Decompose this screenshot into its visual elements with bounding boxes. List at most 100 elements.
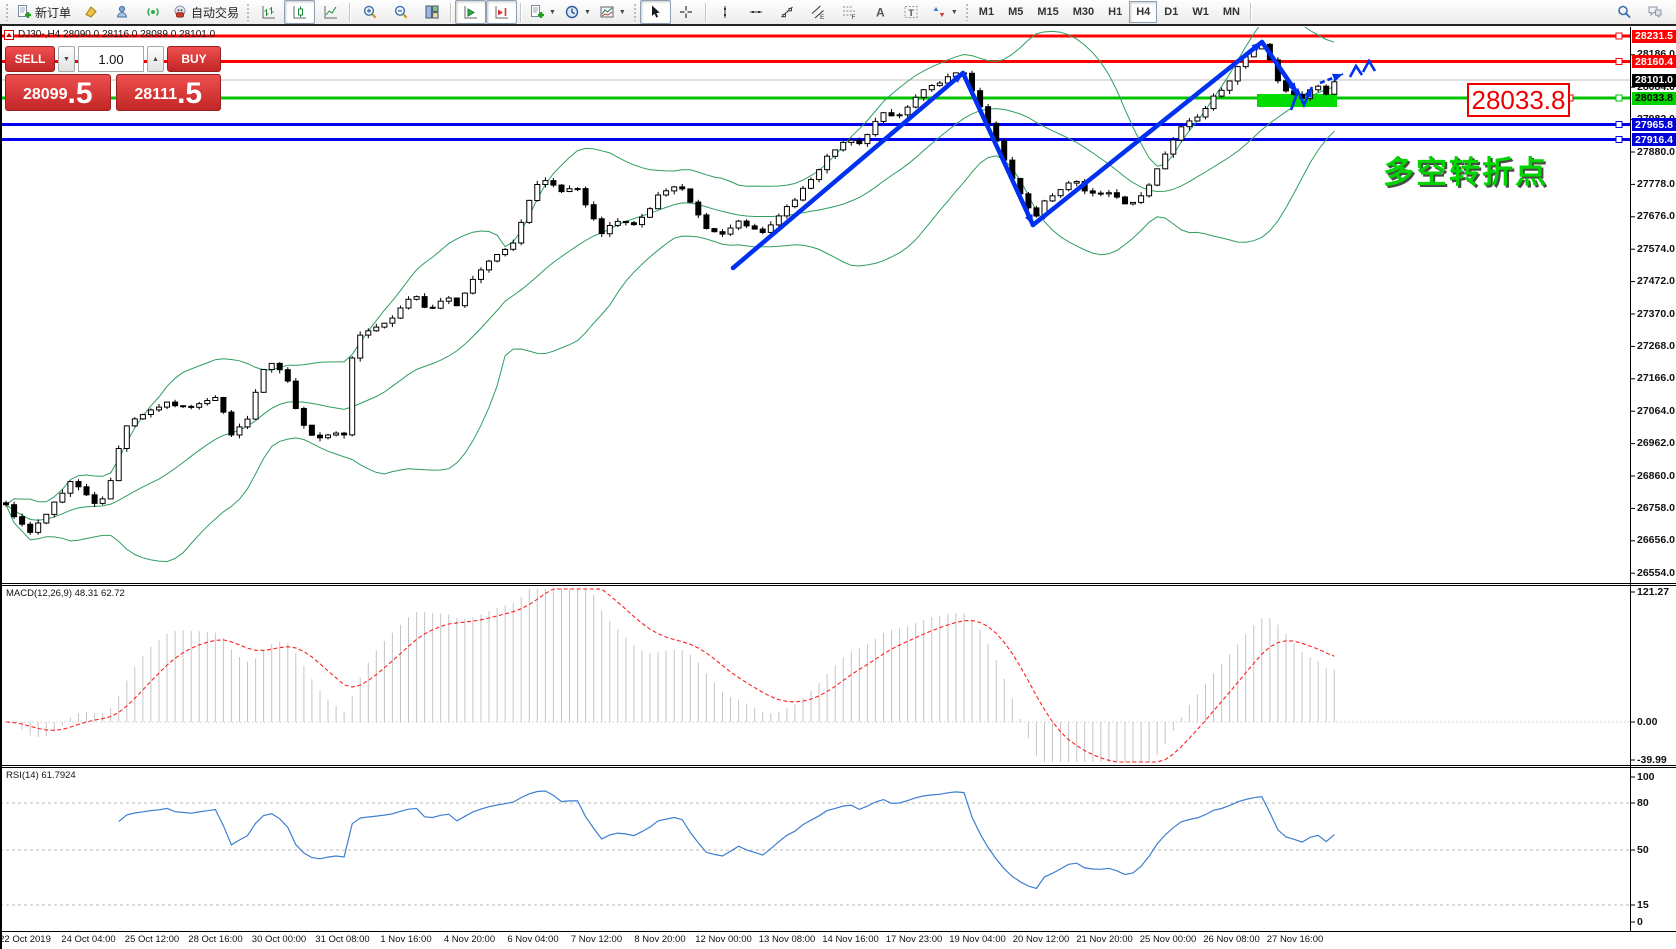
buy-button[interactable]: BUY [167, 46, 221, 72]
price-tick-label: 26554.0 [1637, 568, 1675, 579]
signals-button[interactable] [137, 0, 168, 24]
timeframe-d1-button[interactable]: D1 [1157, 1, 1185, 23]
sketch-caret-arrow[interactable] [1350, 66, 1362, 77]
tline-icon [779, 4, 795, 20]
main-chart-plot[interactable] [0, 14, 1630, 562]
price-tick-label: 27268.0 [1637, 341, 1675, 352]
toolbar-separator [1250, 3, 1252, 22]
period-selector-button[interactable]: ▼ [560, 0, 595, 24]
timeframe-m1-button[interactable]: M1 [972, 1, 1001, 23]
svg-text:E: E [820, 14, 825, 20]
timeframe-h1-button[interactable]: H1 [1101, 1, 1129, 23]
level-price-badge: 27916.4 [1632, 133, 1676, 146]
toolbar-grip[interactable] [5, 3, 9, 21]
auto-trading-button[interactable]: 自动交易 [168, 0, 243, 24]
zigzag-trend-line[interactable] [733, 73, 963, 268]
auto-trading-label: 自动交易 [191, 4, 239, 21]
cursor-icon [647, 4, 663, 20]
arrows-tool-button[interactable]: ▼ [927, 0, 962, 24]
one-click-trade-panel: SELL ▼ 1.00 ▲ BUY 28099.5 28111.5 [5, 46, 221, 111]
bollinger-band [6, 131, 1334, 561]
dropdown-arrow-icon[interactable]: ▼ [549, 9, 556, 16]
tile-windows-button[interactable] [416, 0, 447, 24]
toolbar-separator [520, 3, 522, 22]
rsi-panel[interactable] [0, 791, 1630, 905]
candle-mode-button[interactable] [284, 0, 315, 24]
timeframe-m30-button[interactable]: M30 [1066, 1, 1101, 23]
macd-signal-line [6, 589, 1334, 762]
timeframe-h4-button[interactable]: H4 [1129, 1, 1157, 23]
trend-line-tool-button[interactable] [772, 0, 803, 24]
horizontal-line-tool-button[interactable] [741, 0, 772, 24]
volume-decrease-button[interactable]: ▼ [58, 46, 75, 72]
zoom-out-button[interactable] [385, 0, 416, 24]
toolbar-grip[interactable] [633, 3, 637, 21]
buy-price-button[interactable]: 28111.5 [116, 74, 222, 111]
chart-canvas[interactable] [0, 0, 1676, 949]
level-line-handle[interactable] [1616, 59, 1622, 65]
price-tick-label: 27676.0 [1637, 211, 1675, 222]
vline-icon [717, 4, 733, 20]
indicator-scale-label: 0 [1637, 917, 1643, 928]
time-tick-label: 4 Nov 20:00 [444, 934, 495, 945]
text-tool-button[interactable]: A [865, 0, 896, 24]
time-tick-label: 12 Nov 00:00 [695, 934, 752, 945]
line-chart-mode-button[interactable] [315, 0, 346, 24]
zoomin-icon [362, 4, 378, 20]
template-selector-button[interactable]: ▼ [595, 0, 630, 24]
sell-button[interactable]: SELL [5, 46, 55, 72]
indicator-scale-label: 100 [1637, 772, 1655, 783]
time-tick-label: 24 Oct 04:00 [61, 934, 115, 945]
new-order-button[interactable]: 新订单 [12, 0, 75, 24]
clock-icon [564, 4, 580, 20]
dropdown-arrow-icon[interactable]: ▼ [584, 9, 591, 16]
level-line-handle[interactable] [1616, 95, 1622, 101]
symbol-marker-icon [4, 30, 14, 40]
chat-button[interactable] [1639, 0, 1670, 24]
macd-indicator-label: MACD(12,26,9) 48.31 62.72 [6, 588, 125, 599]
chart-shift-button[interactable] [486, 0, 517, 24]
timeframe-w1-button[interactable]: W1 [1185, 1, 1216, 23]
current-price-badge: 28101.0 [1632, 74, 1676, 87]
terminal-window: 新订单自动交易▼▼▼EFAT▼M1M5M15M30H1H4D1W1MN DJ30… [0, 0, 1676, 949]
level-price-badge: 28231.5 [1632, 30, 1676, 43]
cursor-tool-button[interactable] [640, 0, 671, 24]
zoom-in-button[interactable] [354, 0, 385, 24]
add-indicator-button[interactable]: ▼ [525, 0, 560, 24]
fibonacci-tool-button[interactable]: F [834, 0, 865, 24]
dropdown-arrow-icon[interactable]: ▼ [951, 9, 958, 16]
level-line-handle[interactable] [1616, 33, 1622, 39]
search-button[interactable] [1608, 0, 1639, 24]
market-watch-button[interactable] [75, 0, 106, 24]
price-tick-label: 27880.0 [1637, 147, 1675, 158]
time-tick-label: 6 Nov 04:00 [507, 934, 558, 945]
level-line-handle[interactable] [1616, 137, 1622, 143]
vertical-line-tool-button[interactable] [710, 0, 741, 24]
toolbar-grip[interactable] [246, 3, 250, 21]
text-label-tool-button[interactable]: T [896, 0, 927, 24]
channel-tool-button[interactable]: E [803, 0, 834, 24]
dropdown-arrow-icon[interactable]: ▼ [619, 9, 626, 16]
timeframe-m15-button[interactable]: M15 [1030, 1, 1065, 23]
volume-input[interactable]: 1.00 [78, 46, 144, 72]
profiles-button[interactable] [106, 0, 137, 24]
price-callout-label[interactable]: 28033.8 [1467, 83, 1570, 117]
crosshair-tool-button[interactable] [671, 0, 702, 24]
sell-price-pip: .5 [67, 79, 92, 109]
bar-chart-mode-button[interactable] [253, 0, 284, 24]
robot-icon [172, 4, 188, 20]
timeframe-m5-button[interactable]: M5 [1001, 1, 1030, 23]
zigzag-trend-line[interactable] [963, 73, 1033, 225]
time-tick-label: 14 Nov 16:00 [822, 934, 879, 945]
timeframe-mn-button[interactable]: MN [1216, 1, 1247, 23]
price-tick-label: 26656.0 [1637, 535, 1675, 546]
auto-scroll-button[interactable] [455, 0, 486, 24]
sell-price-main: 28099 [23, 86, 68, 104]
macd-panel[interactable] [0, 589, 1630, 762]
level-line-handle[interactable] [1616, 122, 1622, 128]
person-icon [114, 4, 130, 20]
toolbar-grip[interactable] [965, 3, 969, 21]
sell-price-button[interactable]: 28099.5 [5, 74, 111, 111]
volume-increase-button[interactable]: ▲ [147, 46, 164, 72]
zigzag-trend-line[interactable] [1033, 42, 1262, 225]
